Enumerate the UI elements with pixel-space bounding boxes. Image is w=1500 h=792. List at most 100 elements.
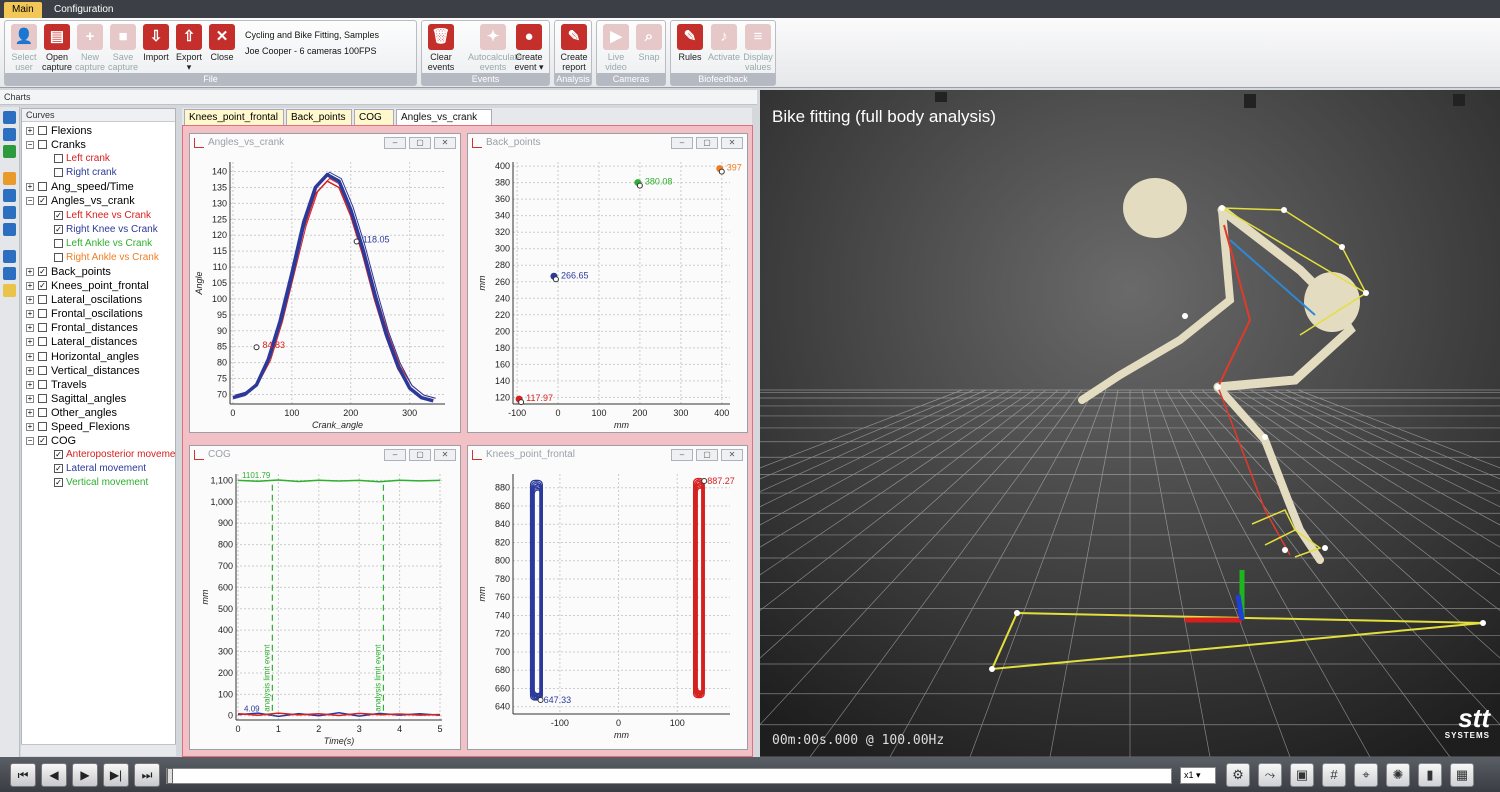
- layout-columns-icon[interactable]: [3, 206, 16, 219]
- curve-item-anteroposterior-movement[interactable]: ✓ Anteroposterior movement: [22, 448, 175, 462]
- magic-wand-button[interactable]: ✦ Autocalculate events: [468, 24, 522, 72]
- curve-checkbox[interactable]: ✓: [54, 210, 63, 220]
- timeline-handle[interactable]: [167, 768, 173, 784]
- minimize-button[interactable]: –: [384, 449, 406, 461]
- print-icon[interactable]: [3, 128, 16, 141]
- step-forward-button[interactable]: ▶|: [103, 763, 129, 787]
- curve-checkbox[interactable]: [38, 323, 47, 333]
- expand-icon[interactable]: +: [26, 352, 34, 361]
- checkmark-icon[interactable]: [3, 250, 16, 263]
- magnifier-button[interactable]: ⌕ Snap: [632, 24, 666, 62]
- report-button[interactable]: ✎ Create report: [557, 24, 591, 72]
- excel-export-icon[interactable]: [3, 145, 16, 158]
- skip-start-button[interactable]: ⏮: [10, 763, 36, 787]
- timeline-slider[interactable]: [166, 768, 1172, 784]
- chart-tab-back-points[interactable]: Back_points: [286, 109, 352, 125]
- curve-checkbox[interactable]: [38, 393, 47, 403]
- curve-checkbox[interactable]: [38, 351, 47, 361]
- expand-icon[interactable]: +: [26, 127, 34, 135]
- curve-checkbox[interactable]: ✓: [54, 224, 63, 234]
- expand-icon[interactable]: +: [26, 422, 34, 431]
- curve-item-horizontal-angles[interactable]: + Horizontal_angles: [22, 350, 175, 364]
- curve-item-other-angles[interactable]: + Other_angles: [22, 406, 175, 420]
- cube-icon[interactable]: ▣: [1290, 763, 1314, 787]
- curve-checkbox[interactable]: [38, 309, 47, 319]
- export-button[interactable]: ⇧ Export ▾: [172, 24, 206, 72]
- expand-icon[interactable]: +: [26, 267, 34, 276]
- expand-icon[interactable]: +: [26, 183, 34, 192]
- user-button[interactable]: 👤 Select user: [7, 24, 41, 72]
- menu-tab-main[interactable]: Main: [4, 2, 42, 18]
- minimize-button[interactable]: –: [384, 137, 406, 149]
- expand-icon[interactable]: +: [26, 338, 34, 347]
- curve-item-ang-speed-time[interactable]: + Ang_speed/Time: [22, 180, 175, 194]
- curve-item-lateral-distances[interactable]: + Lateral_distances: [22, 335, 175, 349]
- expand-icon[interactable]: +: [26, 296, 34, 305]
- maximize-button[interactable]: ▢: [409, 449, 431, 461]
- curve-item-flexions[interactable]: + Flexions: [22, 124, 175, 138]
- curve-item-cog[interactable]: − ✓ COG: [22, 434, 175, 448]
- chart-tab-knees-point-frontal[interactable]: Knees_point_frontal: [184, 109, 284, 125]
- maximize-button[interactable]: ▢: [696, 449, 718, 461]
- layout-stack-icon[interactable]: [3, 223, 16, 236]
- curve-item-sagittal-angles[interactable]: + Sagittal_angles: [22, 392, 175, 406]
- curves-horizontal-scrollbar[interactable]: [21, 744, 176, 756]
- curve-checkbox[interactable]: ✓: [54, 464, 63, 474]
- list-button[interactable]: ≡ Display values: [741, 24, 775, 72]
- expand-icon[interactable]: +: [26, 380, 34, 389]
- map-pin-button[interactable]: ● Create event ▾: [512, 24, 546, 72]
- curve-item-cranks[interactable]: − Cranks: [22, 138, 175, 152]
- folder-open-button[interactable]: ▤ Open capture: [40, 24, 74, 72]
- curve-item-left-crank[interactable]: Left crank: [22, 152, 175, 166]
- save-chart-icon[interactable]: [3, 111, 16, 124]
- play-button[interactable]: ▶: [72, 763, 98, 787]
- curve-item-right-crank[interactable]: Right crank: [22, 166, 175, 180]
- curve-item-left-ankle-vs-crank[interactable]: Left Ankle vs Crank: [22, 237, 175, 251]
- chart-tab-angles-vs-crank[interactable]: Angles_vs_crank: [396, 109, 492, 125]
- curve-checkbox[interactable]: [38, 295, 47, 305]
- curve-item-speed-flexions[interactable]: + Speed_Flexions: [22, 420, 175, 434]
- collapse-icon[interactable]: −: [26, 437, 34, 446]
- curve-item-frontal-distances[interactable]: + Frontal_distances: [22, 321, 175, 335]
- menu-tab-configuration[interactable]: Configuration: [46, 2, 121, 18]
- trash-button[interactable]: 🗑 Clear events: [424, 24, 458, 72]
- curve-checkbox[interactable]: [54, 154, 63, 164]
- curve-item-right-ankle-vs-crank[interactable]: Right Ankle vs Crank: [22, 251, 175, 265]
- curve-checkbox[interactable]: [38, 126, 47, 135]
- curve-item-vertical-distances[interactable]: + Vertical_distances: [22, 364, 175, 378]
- maximize-button[interactable]: ▢: [409, 137, 431, 149]
- curve-checkbox[interactable]: ✓: [38, 281, 47, 291]
- curve-item-angles-vs-crank[interactable]: − ✓ Angles_vs_crank: [22, 194, 175, 208]
- layout-rows-icon[interactable]: [3, 189, 16, 202]
- save-button[interactable]: ■ Save capture: [106, 24, 140, 72]
- video-camera-button[interactable]: ▶ Live video: [599, 24, 633, 72]
- target-icon[interactable]: ⌖: [1354, 763, 1378, 787]
- chart-tab-cog[interactable]: COG: [354, 109, 394, 125]
- curve-checkbox[interactable]: [38, 182, 47, 192]
- expand-icon[interactable]: +: [26, 366, 34, 375]
- curve-checkbox[interactable]: [54, 252, 63, 262]
- bone-icon[interactable]: ⤳: [1258, 763, 1282, 787]
- maximize-button[interactable]: ▢: [696, 137, 718, 149]
- curve-checkbox[interactable]: ✓: [54, 478, 63, 488]
- curve-checkbox[interactable]: [54, 238, 63, 248]
- curve-checkbox[interactable]: ✓: [38, 436, 47, 446]
- close-button[interactable]: ✕ Close: [205, 24, 239, 62]
- curve-item-travels[interactable]: + Travels: [22, 378, 175, 392]
- expand-icon[interactable]: +: [26, 408, 34, 417]
- expand-icon[interactable]: +: [26, 394, 34, 403]
- minimize-button[interactable]: –: [671, 449, 693, 461]
- curve-item-right-knee-vs-crank[interactable]: ✓ Right Knee vs Crank: [22, 223, 175, 237]
- close-chart-button[interactable]: ✕: [721, 137, 743, 149]
- close-chart-button[interactable]: ✕: [721, 449, 743, 461]
- curve-item-lateral-oscilations[interactable]: + Lateral_oscilations: [22, 293, 175, 307]
- skip-end-button[interactable]: ⏭: [134, 763, 160, 787]
- curve-checkbox[interactable]: [38, 421, 47, 431]
- curve-checkbox[interactable]: [38, 407, 47, 417]
- expand-icon[interactable]: +: [26, 282, 34, 291]
- curve-checkbox[interactable]: [38, 365, 47, 375]
- curve-checkbox[interactable]: [38, 337, 47, 347]
- bell-button[interactable]: ♪ Activate: [707, 24, 741, 62]
- expand-icon[interactable]: +: [26, 324, 34, 333]
- skeleton-view-icon[interactable]: ⚙: [1226, 763, 1250, 787]
